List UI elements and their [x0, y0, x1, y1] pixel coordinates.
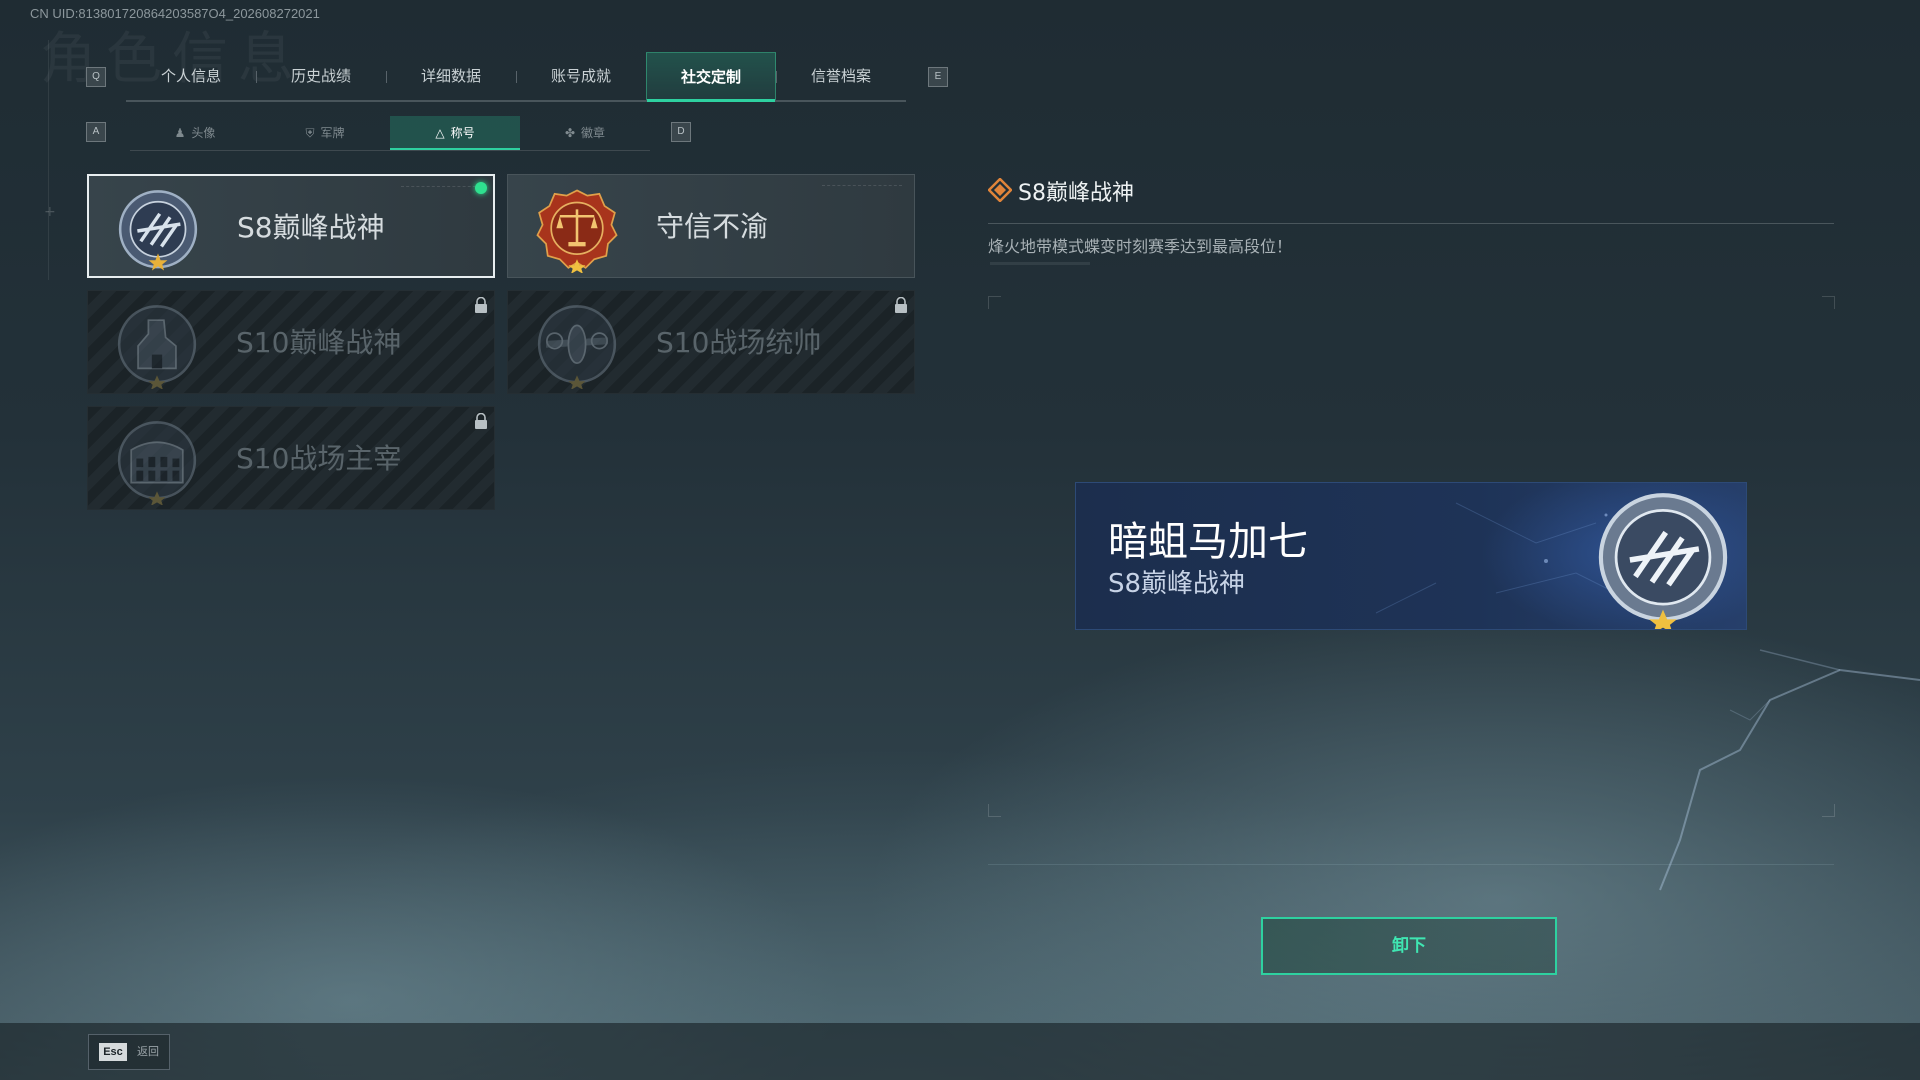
card-decor — [822, 185, 902, 188]
prev-tab-key[interactable]: Q — [86, 67, 106, 87]
subtab-badge[interactable]: ✤ 徽章 — [520, 116, 650, 150]
next-tab-key[interactable]: E — [928, 67, 948, 87]
next-subtab-key[interactable]: D — [671, 122, 691, 142]
lock-icon — [895, 297, 907, 313]
tab-achievements[interactable]: 账号成就 — [516, 52, 646, 100]
card-decor — [401, 186, 481, 189]
lock-icon — [475, 413, 487, 429]
title-card-s10-dominator[interactable]: S10战场主宰 — [87, 406, 495, 510]
person-icon: ♟ — [174, 126, 186, 140]
sub-tabs: ♟ 头像 ⛨ 军牌 △ 称号 ✤ 徽章 — [130, 116, 650, 151]
frame-corner — [988, 804, 1001, 817]
title-card-s10-commander[interactable]: S10战场统帅 — [507, 290, 915, 394]
main-tabs: 个人信息 历史战绩 详细数据 账号成就 社交定制 信誉档案 — [126, 52, 906, 102]
detail-title: S8巅峰战神 — [1018, 181, 1134, 206]
title-card-trustworthy[interactable]: 守信不渝 — [507, 174, 915, 278]
unequip-button[interactable]: 卸下 — [1261, 917, 1557, 975]
tower-medal-icon — [117, 305, 197, 389]
frame-corner — [988, 296, 1001, 309]
tab-social-custom[interactable]: 社交定制 — [646, 52, 776, 102]
detail-divider — [988, 223, 1834, 224]
equipped-indicator — [475, 182, 487, 194]
aircraft-medal-icon — [537, 305, 617, 389]
subtab-dogtag[interactable]: ⛨ 军牌 — [260, 116, 390, 150]
detail-description: 烽火地带模式蝶变时刻赛季达到最高段位！ — [988, 237, 1293, 256]
laurel-medal-icon — [118, 190, 198, 271]
bottom-bar — [0, 1023, 1920, 1080]
scales-of-justice-icon — [536, 189, 618, 273]
subtab-avatar[interactable]: ♟ 头像 — [130, 116, 260, 150]
title-card-s10-peak[interactable]: S10巅峰战神 — [87, 290, 495, 394]
subtab-title[interactable]: △ 称号 — [390, 116, 520, 150]
wings-icon: ✤ — [564, 126, 576, 140]
tab-history[interactable]: 历史战绩 — [256, 52, 386, 100]
colosseum-medal-icon — [117, 421, 197, 505]
side-divider — [48, 40, 49, 280]
shield-icon: ⛨ — [305, 126, 315, 140]
plus-decor-icon: + — [44, 204, 56, 220]
title-card-s8-peak[interactable]: S8巅峰战神 — [87, 174, 495, 278]
back-label: 返回 — [137, 1045, 159, 1058]
tab-personal-info[interactable]: 个人信息 — [126, 52, 256, 100]
title-name: S8巅峰战神 — [237, 211, 385, 244]
nameplate-preview: 暗蛆马加七 S8巅峰战神 — [1075, 482, 1747, 630]
player-name: 暗蛆马加七 — [1108, 519, 1308, 565]
title-name: S10战场主宰 — [236, 442, 402, 475]
tab-credit-record[interactable]: 信誉档案 — [776, 52, 906, 100]
lock-icon — [475, 297, 487, 313]
back-button[interactable]: Esc 返回 — [88, 1034, 170, 1070]
title-name: 守信不渝 — [656, 210, 769, 243]
esc-key: Esc — [99, 1043, 127, 1061]
player-title: S8巅峰战神 — [1108, 569, 1246, 599]
desc-decor — [990, 262, 1090, 265]
frame-corner — [1822, 296, 1835, 309]
lightning-decor — [1659, 649, 1920, 891]
title-diamond-icon — [988, 178, 1012, 202]
title-name: S10巅峰战神 — [236, 326, 402, 359]
tab-detailed-data[interactable]: 详细数据 — [386, 52, 516, 100]
laurel-medal-icon — [1598, 493, 1728, 629]
title-name: S10战场统帅 — [656, 326, 822, 359]
triangle-icon: △ — [435, 126, 445, 140]
prev-subtab-key[interactable]: A — [86, 122, 106, 142]
